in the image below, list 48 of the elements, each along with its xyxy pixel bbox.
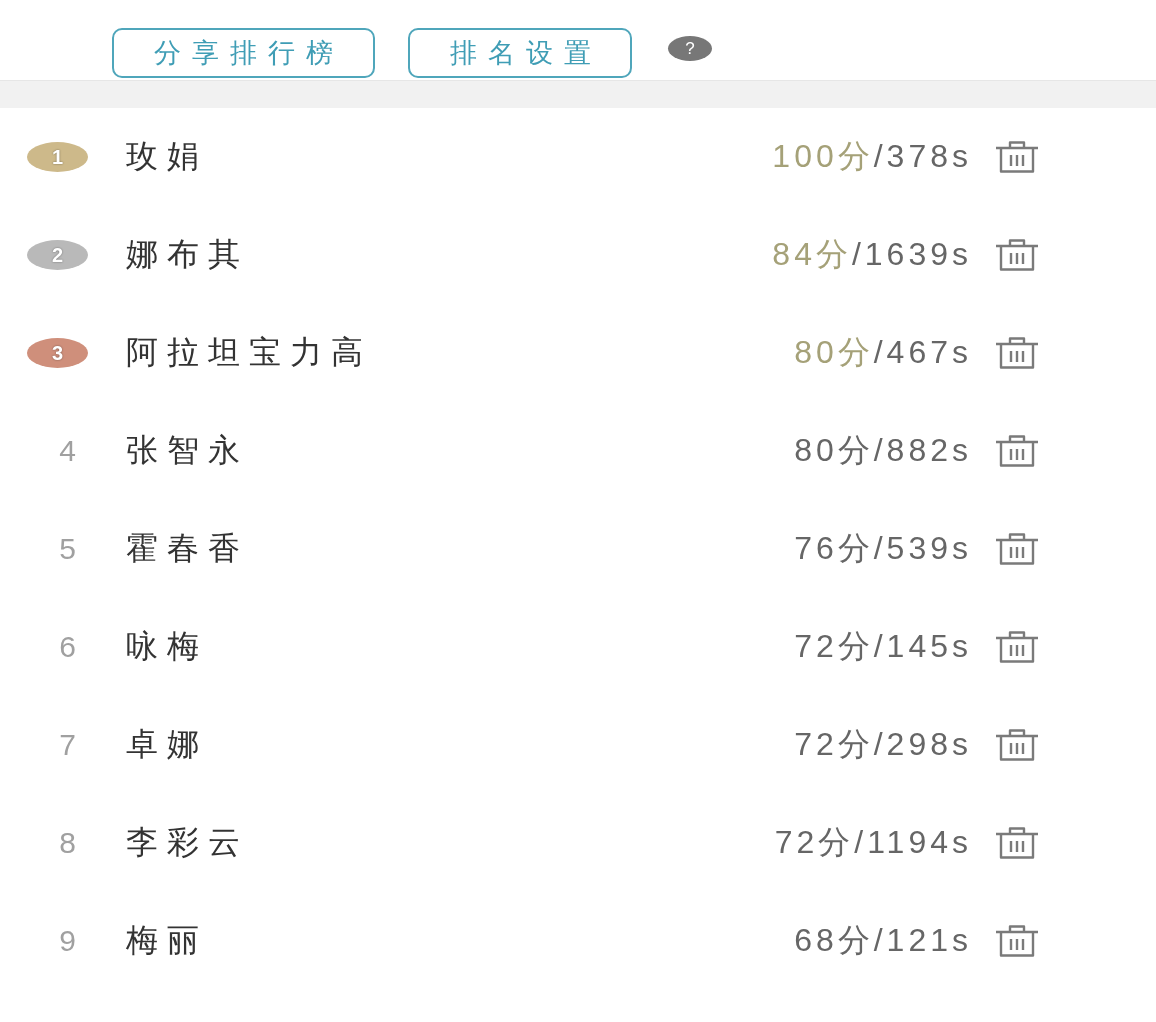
trash-icon[interactable] xyxy=(994,435,1040,467)
score-text: 76分 xyxy=(794,530,874,566)
time-text: /145s xyxy=(873,628,972,664)
player-name: 卓娜 xyxy=(126,725,208,764)
score-text: 80分 xyxy=(794,334,874,370)
time-text: /882s xyxy=(873,432,972,468)
rank-number: 7 xyxy=(58,728,76,762)
rank-number: 9 xyxy=(58,924,76,958)
player-name: 阿拉坦宝力高 xyxy=(126,333,372,372)
score-text: 80分 xyxy=(794,432,874,468)
rank-number: 8 xyxy=(58,826,76,860)
toolbar-button[interactable]: 分享排行榜 xyxy=(112,28,375,78)
player-name: 娜布其 xyxy=(126,235,249,274)
player-name: 咏梅 xyxy=(126,627,208,666)
rank-number: 4 xyxy=(58,434,76,468)
trash-icon[interactable] xyxy=(994,925,1040,957)
player-name: 玫娟 xyxy=(126,137,208,176)
score-text: 72分 xyxy=(794,628,874,664)
toolbar-button[interactable]: 排名设置 xyxy=(408,28,632,78)
trash-icon[interactable] xyxy=(994,827,1040,859)
player-name: 梅丽 xyxy=(126,921,208,960)
score-text: 84分 xyxy=(772,236,852,272)
rank-number: 6 xyxy=(58,630,76,664)
time-text: /1639s xyxy=(851,236,972,272)
player-name: 张智永 xyxy=(126,431,249,470)
trash-icon[interactable] xyxy=(994,337,1040,369)
medal-badge: 3 xyxy=(27,338,88,368)
time-text: /378s xyxy=(873,138,972,174)
time-text: /121s xyxy=(873,922,972,958)
trash-icon[interactable] xyxy=(994,631,1040,663)
time-text: /539s xyxy=(873,530,972,566)
time-text: /298s xyxy=(873,726,972,762)
trash-icon[interactable] xyxy=(994,141,1040,173)
time-text: /467s xyxy=(873,334,972,370)
trash-icon[interactable] xyxy=(994,533,1040,565)
score-text: 100分 xyxy=(772,138,874,174)
player-name: 霍春香 xyxy=(126,529,249,568)
trash-icon[interactable] xyxy=(994,239,1040,271)
help-icon[interactable]: ? xyxy=(668,36,712,61)
score-text: 72分 xyxy=(794,726,874,762)
score-text: 68分 xyxy=(794,922,874,958)
trash-icon[interactable] xyxy=(994,729,1040,761)
time-text: /1194s xyxy=(854,824,972,860)
rank-number: 5 xyxy=(58,532,76,566)
score-text: 72分 xyxy=(774,824,855,860)
player-name: 李彩云 xyxy=(126,823,249,862)
medal-badge: 2 xyxy=(27,240,88,270)
medal-badge: 1 xyxy=(27,142,88,172)
